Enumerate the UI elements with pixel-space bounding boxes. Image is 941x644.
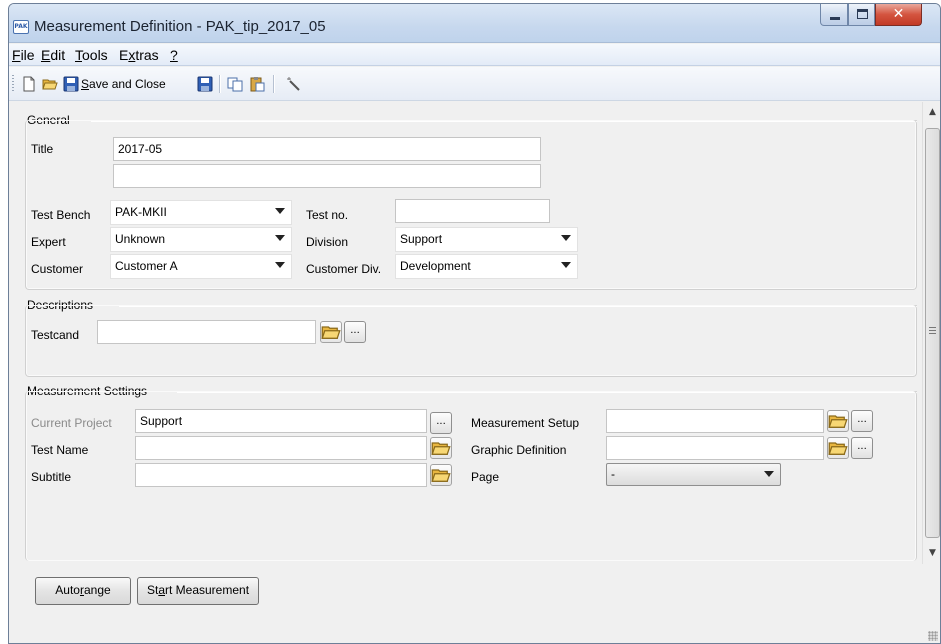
division-label: Division	[306, 235, 349, 249]
scroll-thumb[interactable]	[925, 128, 940, 538]
testcand-input[interactable]	[97, 320, 316, 344]
open-folder-icon	[828, 415, 848, 428]
customer-value: Customer A	[115, 259, 178, 273]
division-select[interactable]: Support	[395, 227, 578, 252]
chevron-down-icon	[561, 262, 571, 268]
measurement-setup-label: Measurement Setup	[471, 416, 580, 430]
minimize-icon	[830, 17, 840, 20]
title-label: Title	[31, 142, 54, 156]
menu-bar: File Edit Tools Extras ?	[9, 44, 940, 66]
save-and-close-button[interactable]: Save and Close	[81, 77, 166, 91]
window-title: Measurement Definition - PAK_tip_2017_05	[34, 18, 326, 35]
autorange-button[interactable]: Autorange	[35, 577, 131, 605]
chevron-down-icon	[275, 262, 285, 268]
open-folder-icon	[431, 469, 451, 482]
wand-icon[interactable]	[286, 76, 302, 92]
page-select[interactable]: -	[606, 463, 781, 486]
subtitle-input[interactable]	[135, 463, 427, 487]
toolbar-grip[interactable]	[12, 75, 14, 93]
test-name-input[interactable]	[135, 436, 427, 460]
subtitle-browse-button[interactable]	[430, 464, 452, 486]
toolbar-separator	[273, 75, 274, 93]
customer-select[interactable]: Customer A	[110, 254, 292, 279]
test-bench-select[interactable]: PAK-MKII	[110, 200, 292, 225]
open-folder-icon	[321, 326, 341, 339]
toolbar: Save and Close	[9, 67, 940, 101]
subtitle-label: Subtitle	[31, 470, 72, 484]
page-label: Page	[471, 470, 500, 484]
graphic-definition-browse-button[interactable]	[827, 437, 849, 459]
scroll-grip-icon	[929, 327, 936, 334]
menu-tools[interactable]: Tools	[75, 47, 108, 63]
measurement-setup-browse-button[interactable]	[827, 410, 849, 432]
menu-extras[interactable]: Extras	[119, 47, 159, 63]
title-bar[interactable]: PAK Measurement Definition - PAK_tip_201…	[9, 4, 940, 43]
minimize-button[interactable]	[820, 4, 848, 26]
chevron-down-icon	[561, 235, 571, 241]
graphic-definition-ellipsis-button[interactable]: ...	[851, 437, 873, 459]
menu-edit[interactable]: Edit	[41, 47, 65, 63]
test-no-label: Test no.	[306, 208, 349, 222]
open-folder-icon	[828, 442, 848, 455]
expert-value: Unknown	[115, 232, 166, 246]
title-input[interactable]: 2017-05	[113, 137, 541, 161]
paste-icon[interactable]	[249, 76, 265, 92]
customer-div-label: Customer Div.	[306, 262, 382, 276]
test-bench-value: PAK-MKII	[115, 205, 167, 219]
scroll-down-icon[interactable]: ▼	[923, 545, 940, 562]
open-folder-icon	[431, 442, 451, 455]
close-icon: ✕	[892, 6, 905, 22]
testcand-label: Testcand	[31, 328, 80, 342]
new-document-icon[interactable]	[21, 76, 37, 92]
measurement-setup-input[interactable]	[606, 409, 824, 433]
graphic-definition-label: Graphic Definition	[471, 443, 567, 457]
chevron-down-icon	[764, 471, 774, 477]
current-project-label: Current Project	[31, 416, 112, 430]
menu-help[interactable]: ?	[170, 47, 178, 63]
customer-label: Customer	[31, 262, 84, 276]
measurement-setup-ellipsis-button[interactable]: ...	[851, 410, 873, 432]
maximize-icon	[857, 9, 868, 19]
expert-label: Expert	[31, 235, 66, 249]
measurement-definition-window: PAK Measurement Definition - PAK_tip_201…	[8, 3, 941, 644]
app-icon: PAK	[13, 20, 29, 34]
open-folder-icon[interactable]	[42, 76, 58, 92]
testcand-ellipsis-button[interactable]: ...	[344, 321, 366, 343]
save-icon[interactable]	[197, 76, 213, 92]
customer-div-select[interactable]: Development	[395, 254, 578, 279]
customer-div-value: Development	[400, 259, 471, 273]
test-bench-label: Test Bench	[31, 208, 91, 222]
test-name-browse-button[interactable]	[430, 437, 452, 459]
menu-file[interactable]: File	[12, 47, 35, 63]
copy-icon[interactable]	[227, 76, 243, 92]
start-measurement-button[interactable]: Start Measurement	[137, 577, 259, 605]
close-button[interactable]: ✕	[875, 4, 922, 26]
current-project-ellipsis-button[interactable]: ...	[430, 412, 452, 434]
maximize-button[interactable]	[848, 4, 875, 26]
chevron-down-icon	[275, 208, 285, 214]
chevron-down-icon	[275, 235, 285, 241]
expert-select[interactable]: Unknown	[110, 227, 292, 252]
graphic-definition-input[interactable]	[606, 436, 824, 460]
vertical-scrollbar[interactable]: ▲ ▼	[922, 102, 940, 564]
testcand-browse-button[interactable]	[320, 321, 342, 343]
division-value: Support	[400, 232, 443, 246]
title-input-second[interactable]	[113, 164, 541, 188]
test-no-input[interactable]	[395, 199, 550, 223]
current-project-input[interactable]: Support	[135, 409, 427, 433]
save-icon	[63, 76, 79, 92]
resize-grip-icon[interactable]	[928, 631, 938, 641]
scroll-up-icon[interactable]: ▲	[923, 104, 940, 121]
page-value: -	[611, 467, 615, 481]
toolbar-separator	[219, 75, 220, 93]
test-name-label: Test Name	[31, 443, 89, 457]
